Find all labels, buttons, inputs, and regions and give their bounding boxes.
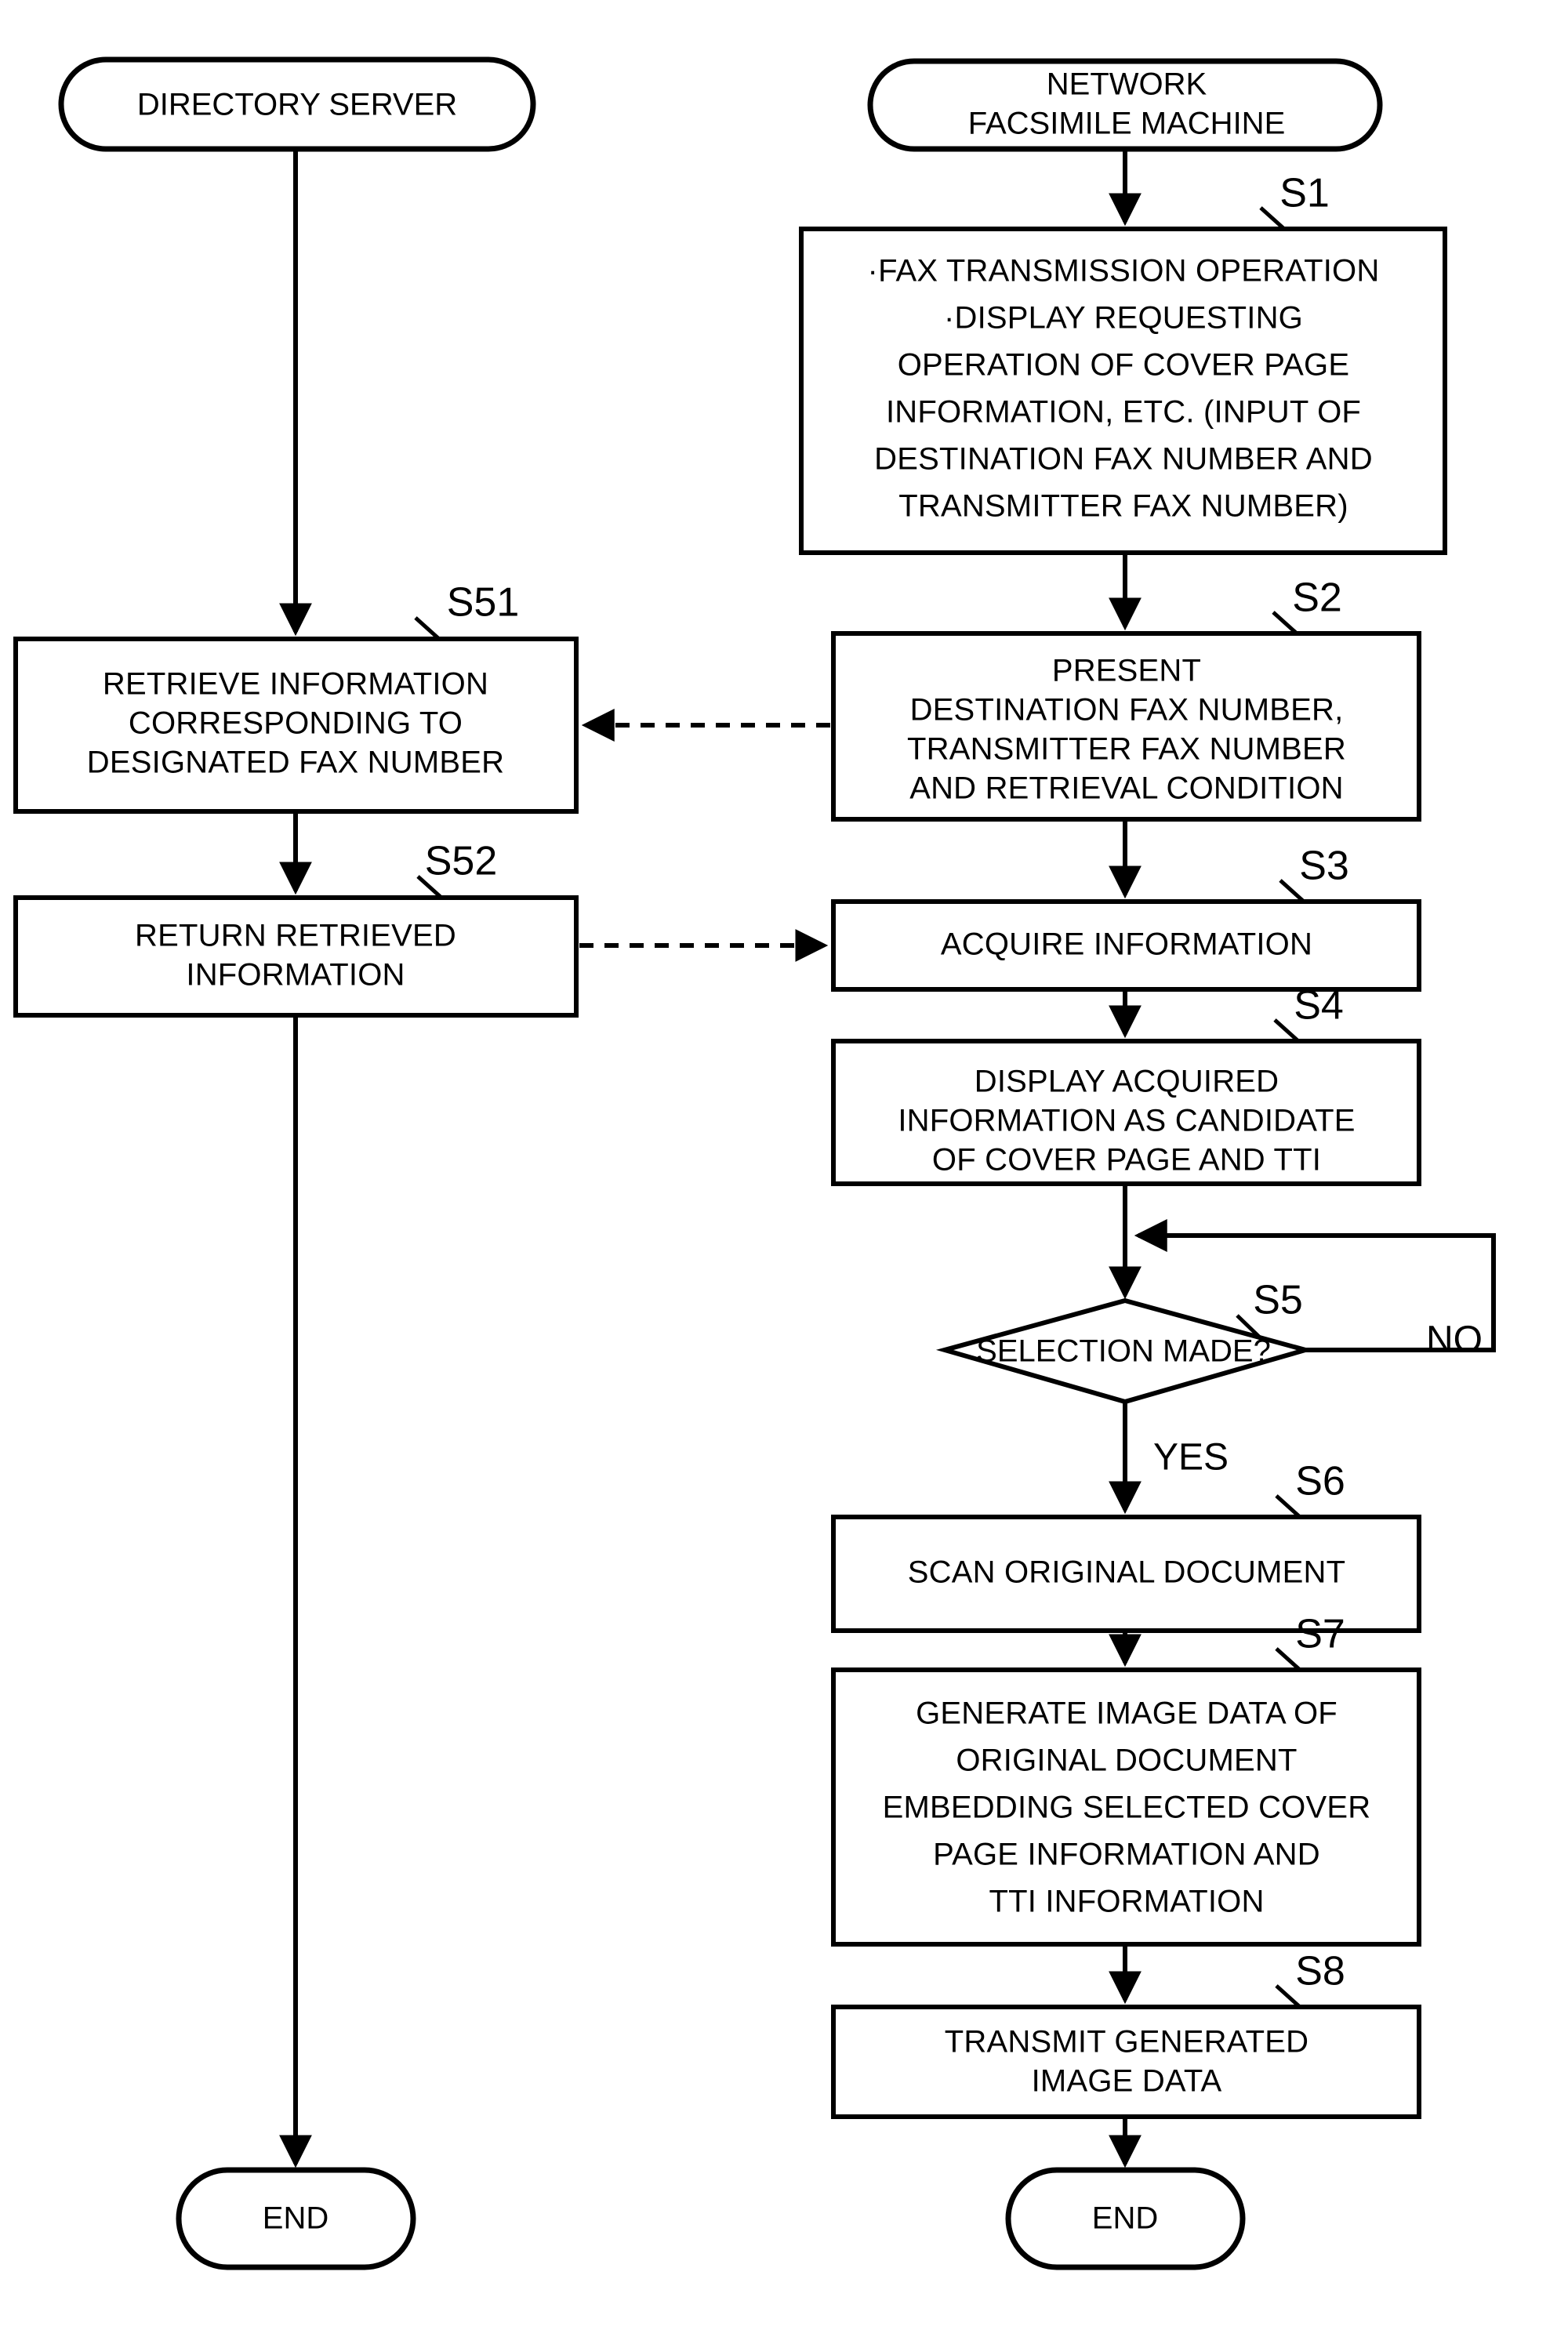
step-label-s2: S2 (1292, 575, 1342, 621)
node-s51-line-1: RETRIEVE INFORMATION (103, 667, 488, 702)
terminator-end-right-label: END (1092, 2201, 1158, 2236)
node-s3: ACQUIRE INFORMATION (831, 899, 1421, 992)
node-s7-line-4: PAGE INFORMATION AND (933, 1838, 1320, 1872)
node-s52-shape (13, 895, 579, 1018)
flowchart-svg: DIRECTORY SERVER RETRIEVE INFORMATION CO… (13, 56, 1496, 2270)
flowchart-canvas: DIRECTORY SERVER RETRIEVE INFORMATION CO… (0, 0, 1568, 2337)
terminator-end-left: END (176, 2167, 416, 2270)
step-label-s3: S3 (1299, 844, 1349, 889)
terminator-end-right: END (1005, 2167, 1246, 2270)
terminator-network-fax: NETWORK FACSIMILE MACHINE (867, 58, 1383, 152)
node-s2-line-1: PRESENT (1052, 654, 1201, 688)
step-label-s4: S4 (1294, 983, 1344, 1029)
node-s6-line-1: SCAN ORIGINAL DOCUMENT (908, 1555, 1346, 1590)
terminator-network-fax-line-2: FACSIMILE MACHINE (968, 107, 1286, 141)
leader-s51 (414, 616, 441, 640)
node-s7-line-5: TTI INFORMATION (989, 1885, 1264, 1919)
terminator-directory-server-label: DIRECTORY SERVER (137, 88, 457, 122)
node-s8: TRANSMIT GENERATED IMAGE DATA (831, 2005, 1421, 2119)
node-s7: GENERATE IMAGE DATA OF ORIGINAL DOCUMENT… (831, 1667, 1421, 1947)
step-label-s8: S8 (1295, 1949, 1345, 1994)
node-s5: SELECTION MADE? (935, 1297, 1315, 1405)
node-s7-line-1: GENERATE IMAGE DATA OF (916, 1697, 1338, 1731)
step-label-s7: S7 (1295, 1612, 1345, 1657)
branch-label-no: NO (1426, 1319, 1483, 1361)
node-s4-line-1: DISPLAY ACQUIRED (975, 1065, 1279, 1099)
node-s52-line-1: RETURN RETRIEVED (135, 919, 456, 953)
node-s4-line-2: INFORMATION AS CANDIDATE (898, 1104, 1355, 1138)
node-s1-line-5: DESTINATION FAX NUMBER AND (874, 442, 1373, 477)
node-s2-line-4: AND RETRIEVAL CONDITION (909, 771, 1344, 806)
terminator-network-fax-line-1: NETWORK (1047, 67, 1207, 102)
node-s4: DISPLAY ACQUIRED INFORMATION AS CANDIDAT… (831, 1039, 1421, 1186)
node-s1-line-4: INFORMATION, ETC. (INPUT OF (886, 395, 1361, 430)
node-s51-line-2: CORRESPONDING TO (129, 706, 463, 741)
node-s7-line-3: EMBEDDING SELECTED COVER (883, 1791, 1371, 1825)
node-s5-line-1: SELECTION MADE? (976, 1334, 1271, 1369)
node-s1: ·FAX TRANSMISSION OPERATION ·DISPLAY REQ… (799, 227, 1447, 555)
step-label-s51: S51 (447, 580, 520, 626)
step-label-s52: S52 (425, 839, 498, 884)
branch-label-yes: YES (1153, 1437, 1229, 1479)
node-s52-line-2: INFORMATION (186, 958, 405, 992)
node-s8-line-1: TRANSMIT GENERATED (945, 2025, 1308, 2059)
terminator-end-left-label: END (263, 2201, 328, 2236)
node-s2: PRESENT DESTINATION FAX NUMBER, TRANSMIT… (831, 631, 1421, 822)
node-s51-line-3: DESIGNATED FAX NUMBER (87, 746, 504, 780)
node-s1-line-6: TRANSMITTER FAX NUMBER) (898, 489, 1348, 524)
node-s1-line-1: ·FAX TRANSMISSION OPERATION (868, 254, 1380, 288)
node-s8-line-2: IMAGE DATA (1032, 2064, 1222, 2099)
node-s1-line-3: OPERATION OF COVER PAGE (898, 348, 1350, 383)
node-s52: RETURN RETRIEVED INFORMATION (13, 895, 579, 1018)
node-s3-line-1: ACQUIRE INFORMATION (941, 927, 1312, 962)
terminator-directory-server: DIRECTORY SERVER (58, 56, 536, 152)
node-s1-line-2: ·DISPLAY REQUESTING (944, 301, 1303, 336)
step-label-s5: S5 (1253, 1278, 1303, 1323)
node-s2-line-2: DESTINATION FAX NUMBER, (910, 693, 1344, 728)
step-label-s6: S6 (1295, 1459, 1345, 1504)
node-s51: RETRIEVE INFORMATION CORRESPONDING TO DE… (13, 637, 579, 814)
node-s7-line-2: ORIGINAL DOCUMENT (956, 1744, 1297, 1778)
step-label-s1: S1 (1279, 171, 1330, 216)
node-s4-line-3: OF COVER PAGE AND TTI (932, 1143, 1321, 1178)
node-s2-line-3: TRANSMITTER FAX NUMBER (907, 732, 1346, 767)
node-s8-shape (831, 2005, 1421, 2119)
